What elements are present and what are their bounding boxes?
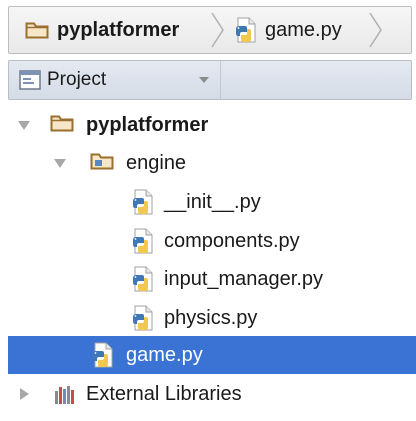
project-view-dropdown[interactable]: Project	[9, 61, 221, 99]
tree-item-components-py[interactable]: components.py	[8, 222, 416, 260]
python-file-icon	[132, 266, 154, 292]
tree-item-physics-py[interactable]: physics.py	[8, 299, 416, 337]
breadcrumb-item-game-py[interactable]: game.py	[235, 7, 342, 53]
tree-item-game-py[interactable]: game.py	[8, 336, 416, 374]
folder-icon	[25, 20, 49, 40]
ide-project-pane: pyplatformer game.py Project pyplatforme…	[0, 0, 416, 421]
project-toolbar: Project	[8, 60, 412, 100]
tree-item-engine[interactable]: engine	[8, 144, 416, 182]
breadcrumb-separator-icon	[211, 12, 224, 48]
expand-arrow-icon[interactable]	[54, 159, 66, 168]
breadcrumb-separator-icon	[369, 12, 382, 48]
project-view-icon	[19, 70, 41, 90]
tree-item-label: components.py	[164, 229, 300, 252]
python-file-icon	[132, 189, 154, 215]
project-view-label: Project	[47, 69, 107, 90]
tree-item-pyplatformer[interactable]: pyplatformer	[8, 106, 416, 144]
tree-item-init-py[interactable]: __init__.py	[8, 183, 416, 221]
breadcrumb-label: game.py	[265, 18, 342, 41]
tree-item-external-libraries[interactable]: External Libraries	[8, 375, 416, 413]
libraries-icon	[54, 383, 76, 405]
breadcrumb-item-pyplatformer[interactable]: pyplatformer	[25, 7, 179, 53]
folder-icon	[50, 113, 74, 133]
expand-arrow-icon[interactable]	[18, 121, 30, 130]
python-file-icon	[92, 342, 114, 368]
expand-arrow-icon[interactable]	[20, 388, 29, 400]
tree-item-label: physics.py	[164, 306, 258, 329]
breadcrumb-label: pyplatformer	[57, 18, 180, 41]
python-file-icon	[132, 305, 154, 331]
package-folder-icon	[90, 151, 114, 171]
tree-item-label: pyplatformer	[86, 113, 209, 136]
tree-item-input-manager-py[interactable]: input_manager.py	[8, 260, 416, 298]
tree-item-label: engine	[126, 151, 187, 174]
tree-item-label: input_manager.py	[164, 267, 324, 290]
python-file-icon	[132, 228, 154, 254]
tree-item-label: External Libraries	[86, 382, 242, 405]
navigation-bar: pyplatformer game.py	[8, 6, 412, 54]
chevron-down-icon	[199, 77, 209, 83]
python-file-icon	[235, 17, 257, 43]
tree-item-label: __init__.py	[164, 190, 261, 213]
tree-item-label: game.py	[126, 343, 203, 366]
